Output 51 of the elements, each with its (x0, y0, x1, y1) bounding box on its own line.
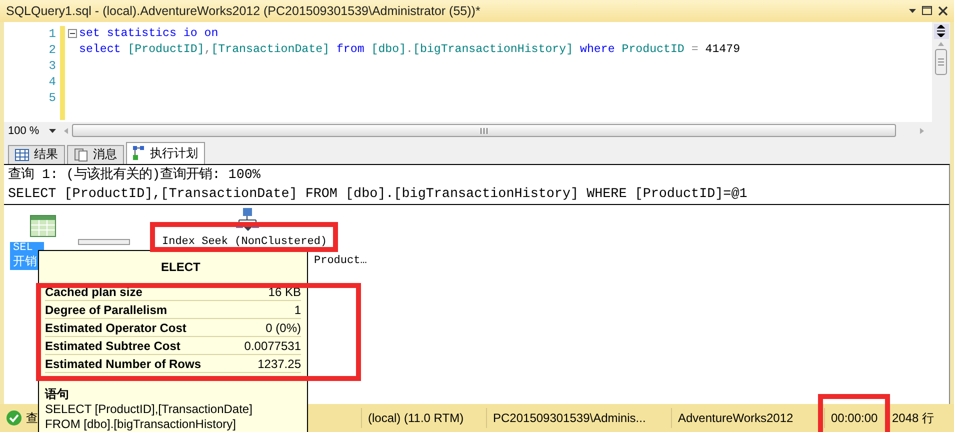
success-check-icon (6, 410, 22, 426)
property-name: Estimated Number of Rows (45, 356, 202, 370)
property-value: 0 (0%) (266, 320, 301, 334)
dropdown-caret-icon (909, 8, 916, 13)
result-tab[interactable]: 执行计划 (126, 142, 205, 164)
result-tab[interactable]: 结果 (8, 144, 65, 164)
status-item: AdventureWorks2012 (671, 408, 824, 428)
tooltip-title: ELECT (160, 259, 202, 276)
result-tab[interactable]: 消息 (67, 144, 124, 164)
statement-text: SELECT [ProductID],[TransactionDate] (45, 402, 254, 417)
status-message: 查 (26, 410, 38, 427)
property-name: Cached plan size (45, 284, 142, 298)
index-seek-icon[interactable] (236, 208, 260, 232)
line-number: 5 (48, 90, 57, 106)
line-number: 3 (48, 58, 57, 74)
tooltip-section-title: 语句 (45, 386, 70, 402)
scrollbar-thumb[interactable] (935, 48, 947, 75)
plan-header-text: 查询 1: (与该批有关的)查询开销: 100% (8, 166, 262, 185)
document-icon (74, 148, 88, 162)
property-name: Estimated Operator Cost (45, 320, 186, 334)
plan-node-label: Index Seek (NonClustered) (162, 236, 328, 248)
line-number: 2 (48, 42, 57, 58)
split-button[interactable] (934, 24, 948, 39)
table-icon[interactable] (30, 214, 56, 237)
status-item: 00:00:00 (824, 408, 885, 428)
close-icon[interactable] (938, 6, 948, 16)
status-item: 2048 行 (885, 408, 948, 428)
scrollbar-thumb[interactable] (72, 124, 896, 138)
property-value: 1 (294, 302, 301, 316)
window-title: SQLQuery1.sql - (local).AdventureWorks2012 (PC201509301539\Administrator (55))* (6, 4, 482, 18)
grid-icon (15, 148, 29, 161)
plan-icon (133, 146, 145, 160)
line-number: 4 (48, 74, 57, 90)
dropdown-caret-icon (49, 128, 56, 133)
property-name: Estimated Subtree Cost (45, 338, 180, 352)
property-value: 1237.25 (258, 356, 301, 370)
status-item: PC201509301539\Adminis... (486, 408, 671, 428)
collapse-icon[interactable] (68, 29, 76, 38)
plan-header-text: SELECT [ProductID],[TransactionDate] FROM [dbo].[bigTransactionHistory] WHERE [ProductID]=@1 (8, 186, 748, 204)
property-value: 0.0077531 (244, 338, 301, 352)
line-number: 1 (48, 26, 57, 42)
maximize-icon[interactable] (922, 6, 932, 16)
status-item: (local) (11.0 RTM) (361, 408, 486, 428)
highlight-frame (818, 394, 890, 432)
code-line: set statistics io on (79, 26, 218, 42)
zoom-dropdown[interactable]: 100 % (4, 122, 60, 139)
plan-node-object: Product… (314, 254, 367, 267)
property-value: 16 KB (268, 284, 301, 298)
code-line: select [ProductID],[TransactionDate] from [dbo].[bigTransactionHistory] where ProductID = 41479 (79, 42, 740, 58)
statement-text: FROM [dbo].[bigTransactionHistory] (45, 417, 237, 432)
property-name: Degree of Parallelism (45, 302, 168, 316)
